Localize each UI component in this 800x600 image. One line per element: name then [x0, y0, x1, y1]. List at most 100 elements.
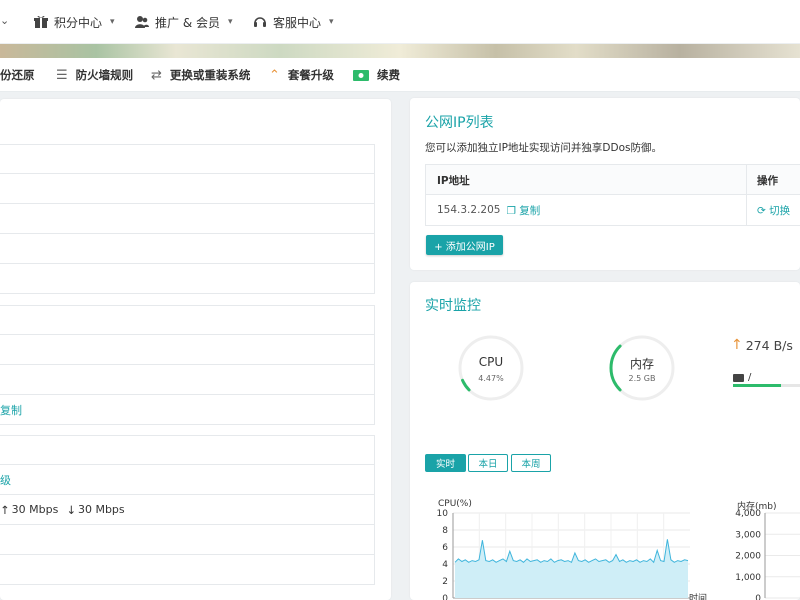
tab-today[interactable]: 本日	[468, 454, 508, 472]
tab-realtime[interactable]: 实时	[425, 454, 466, 472]
disk-progress-fill	[733, 384, 782, 387]
y-tick-label: 8	[442, 526, 448, 536]
switch-button[interactable]: ⟳ 切换	[757, 203, 790, 218]
copy-ip-button[interactable]: ❐ 复制	[506, 203, 540, 218]
public-ip-card: 公网IP列表 您可以添加独立IP地址实现访问并独享DDos防御。 IP地址 操作…	[410, 98, 800, 270]
y-tick-label: 1,000	[735, 573, 761, 583]
card-title: 实时监控	[425, 298, 481, 314]
ip-table: IP地址 操作 154.3.2.205 ❐ 复制 ⟳ 切换	[425, 164, 800, 226]
memory-label: 内存	[629, 357, 654, 371]
info-row	[0, 174, 375, 204]
header-op-label: 操作	[757, 174, 778, 187]
disk-progress-track	[733, 384, 800, 387]
action-toolbar: 份还原 ☰ 防火墙规则 ⇄ 更换或重装系统 ⌃ 套餐升级 续费	[0, 58, 800, 92]
money-icon	[353, 69, 369, 81]
cpu-series-line	[454, 539, 689, 564]
arrow-down-icon: ↓	[66, 502, 76, 517]
network-speed-value: 274 B/s	[745, 337, 793, 353]
info-row	[0, 435, 375, 465]
nav-label: 推广 & 会员	[155, 15, 220, 30]
info-row	[0, 234, 375, 264]
toolbar-item-reinstall[interactable]: ⇄ 更换或重装系统	[151, 58, 250, 92]
users-icon	[135, 16, 149, 28]
table-row: 154.3.2.205 ❐ 复制 ⟳ 切换	[426, 195, 800, 225]
switch-label: 切换	[769, 204, 791, 217]
toolbar-item-upgrade[interactable]: ⌃ 套餐升级	[269, 58, 334, 92]
cpu-area-fill	[455, 539, 688, 598]
info-row-copy: 复制	[0, 395, 375, 425]
y-tick-label: 3,000	[735, 530, 761, 540]
level-link[interactable]: 级	[0, 472, 11, 488]
refresh-icon: ⟳	[757, 204, 766, 217]
info-row	[0, 305, 375, 335]
toolbar-label: 续费	[377, 68, 400, 82]
y-tick-label: 4,000	[735, 509, 761, 519]
y-tick-label: 10	[437, 509, 449, 519]
cpu-gauge: CPU 4.47%	[457, 334, 525, 402]
chevron-down-icon: ▾	[110, 17, 115, 27]
cpu-label: CPU	[478, 355, 504, 369]
card-title: 公网IP列表	[425, 115, 494, 131]
headset-icon	[254, 17, 266, 27]
arrow-up-icon: ↑	[0, 502, 10, 517]
column-op: 操作	[746, 165, 800, 195]
top-navbar: ⌄ 积分中心 ▾ 推广 & 会员 ▾ 客服中心 ▾	[0, 0, 800, 44]
nav-item-promotion-member[interactable]: 推广 & 会员 ▾	[135, 0, 233, 44]
nav-item-support-center[interactable]: 客服中心 ▾	[253, 0, 334, 44]
toolbar-label: 套餐升级	[287, 68, 334, 82]
banner-strip	[0, 44, 800, 58]
column-ip: IP地址	[437, 165, 470, 195]
nav-item-points-center[interactable]: 积分中心 ▾	[34, 0, 115, 44]
y-tick-label: 2,000	[735, 552, 761, 562]
nav-label: 客服中心	[273, 15, 322, 30]
info-row	[0, 144, 375, 174]
copy-link[interactable]: 复制	[0, 402, 22, 418]
y-tick-label: 2	[442, 577, 448, 587]
info-row	[0, 365, 375, 395]
server-info-card: 复制 级 ↑ 30 Mbps ↓ 30 Mbps	[0, 99, 391, 600]
swap-icon: ⇄	[151, 67, 162, 83]
realtime-monitor-card: 实时监控 CPU 4.47% 内存 2.5 GB ↑ 274 B/s / 实时 …	[410, 282, 800, 600]
op-cell: ⟳ 切换	[746, 195, 800, 225]
nav-fragment-chevron[interactable]: ⌄	[0, 14, 9, 27]
info-row	[0, 525, 375, 555]
info-row	[0, 555, 375, 585]
list-icon: ☰	[56, 67, 68, 83]
y-tick-label: 6	[442, 543, 448, 553]
toolbar-label: 更换或重装系统	[169, 68, 251, 82]
copy-label: 复制	[519, 204, 541, 217]
copy-icon: ❐	[506, 204, 516, 217]
toolbar-item-restore[interactable]: 份还原	[0, 58, 35, 92]
info-row	[0, 204, 375, 234]
disk-mount-label: /	[748, 372, 752, 383]
toolbar-label: 防火墙规则	[75, 68, 134, 82]
memory-gauge: 内存 2.5 GB	[608, 334, 676, 402]
cpu-value: 4.47%	[478, 374, 504, 383]
tab-week[interactable]: 本周	[511, 454, 551, 472]
ip-address: 154.3.2.205	[437, 204, 501, 216]
nav-label: 积分中心	[54, 15, 103, 30]
card-description: 您可以添加独立IP地址实现访问并独享DDos防御。	[425, 142, 662, 154]
toolbar-item-renew[interactable]: 续费	[353, 58, 400, 92]
upgrade-icon: ⌃	[269, 67, 280, 83]
hard-drive-icon	[733, 373, 744, 382]
info-row-bandwidth: ↑ 30 Mbps ↓ 30 Mbps	[0, 495, 375, 525]
arrow-up-icon: ↑	[731, 337, 743, 353]
memory-value: 2.5 GB	[628, 374, 656, 383]
y-tick-label: 0	[755, 594, 761, 600]
bandwidth-up: 30 Mbps	[11, 503, 59, 516]
y-tick-label: 4	[442, 560, 448, 570]
header-ip-label: IP地址	[437, 174, 470, 187]
chevron-down-icon: ▾	[228, 17, 233, 27]
memory-chart: 4,000 3,000 2,000 1,000 0	[735, 509, 800, 600]
add-public-ip-button[interactable]: + 添加公网IP	[426, 235, 503, 255]
cpu-chart-xlabel: 时间	[689, 594, 708, 600]
gift-icon	[34, 15, 48, 28]
toolbar-item-firewall[interactable]: ☰ 防火墙规则	[56, 58, 133, 92]
ip-cell: 154.3.2.205 ❐ 复制	[437, 195, 540, 225]
info-row-level: 级	[0, 465, 375, 495]
y-tick-label: 0	[442, 594, 448, 600]
toolbar-label: 份还原	[0, 68, 35, 82]
bandwidth-down: 30 Mbps	[77, 503, 125, 516]
cpu-chart: 10 8 6 4 2 0	[437, 509, 690, 600]
